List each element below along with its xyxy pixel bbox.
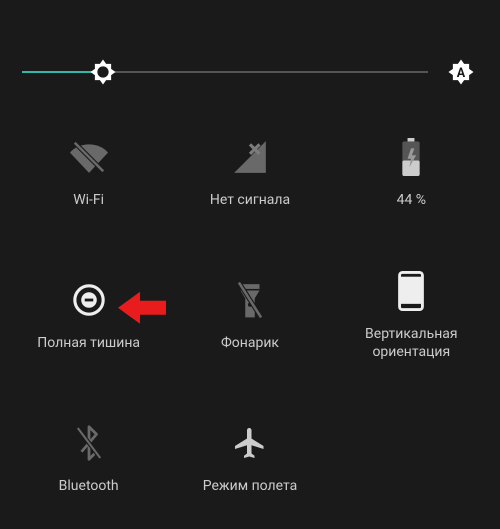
rotation-label: Вертикальная ориентация [365,326,458,361]
annotation-arrow-icon [118,289,166,325]
do-not-disturb-icon [72,283,106,317]
empty-tile [331,386,492,529]
flashlight-label: Фонарик [221,335,279,353]
no-signal-icon [231,138,269,176]
battery-label: 44 % [397,192,426,210]
airplane-label: Режим полета [203,478,297,496]
auto-brightness-letter: A [457,66,466,81]
wifi-off-icon [69,138,109,176]
rotation-tile[interactable]: Вертикальная ориентация [331,243,492,386]
flashlight-icon [237,281,263,319]
signal-tile[interactable]: Нет сигнала [169,100,330,243]
signal-label: Нет сигнала [210,192,290,210]
portrait-lock-icon [397,271,425,311]
bluetooth-tile[interactable]: Bluetooth [8,386,169,529]
battery-tile[interactable]: 44 % [331,100,492,243]
auto-brightness-toggle[interactable]: A [444,55,478,89]
bluetooth-label: Bluetooth [59,478,119,496]
quick-settings-panel: A Wi-Fi Нет сигнала [0,0,500,529]
dnd-tile[interactable]: Полная тишина [8,243,169,386]
wifi-tile[interactable]: Wi-Fi [8,100,169,243]
battery-icon [400,138,422,176]
brightness-slider[interactable] [22,71,428,73]
bluetooth-off-icon [74,424,104,462]
dnd-label: Полная тишина [37,335,140,353]
flashlight-tile[interactable]: Фонарик [169,243,330,386]
airplane-icon [232,425,268,461]
airplane-tile[interactable]: Режим полета [169,386,330,529]
tiles-grid: Wi-Fi Нет сигнала [0,100,500,529]
wifi-label: Wi-Fi [73,192,104,210]
brightness-row: A [0,0,500,100]
brightness-thumb-icon[interactable] [88,57,118,87]
